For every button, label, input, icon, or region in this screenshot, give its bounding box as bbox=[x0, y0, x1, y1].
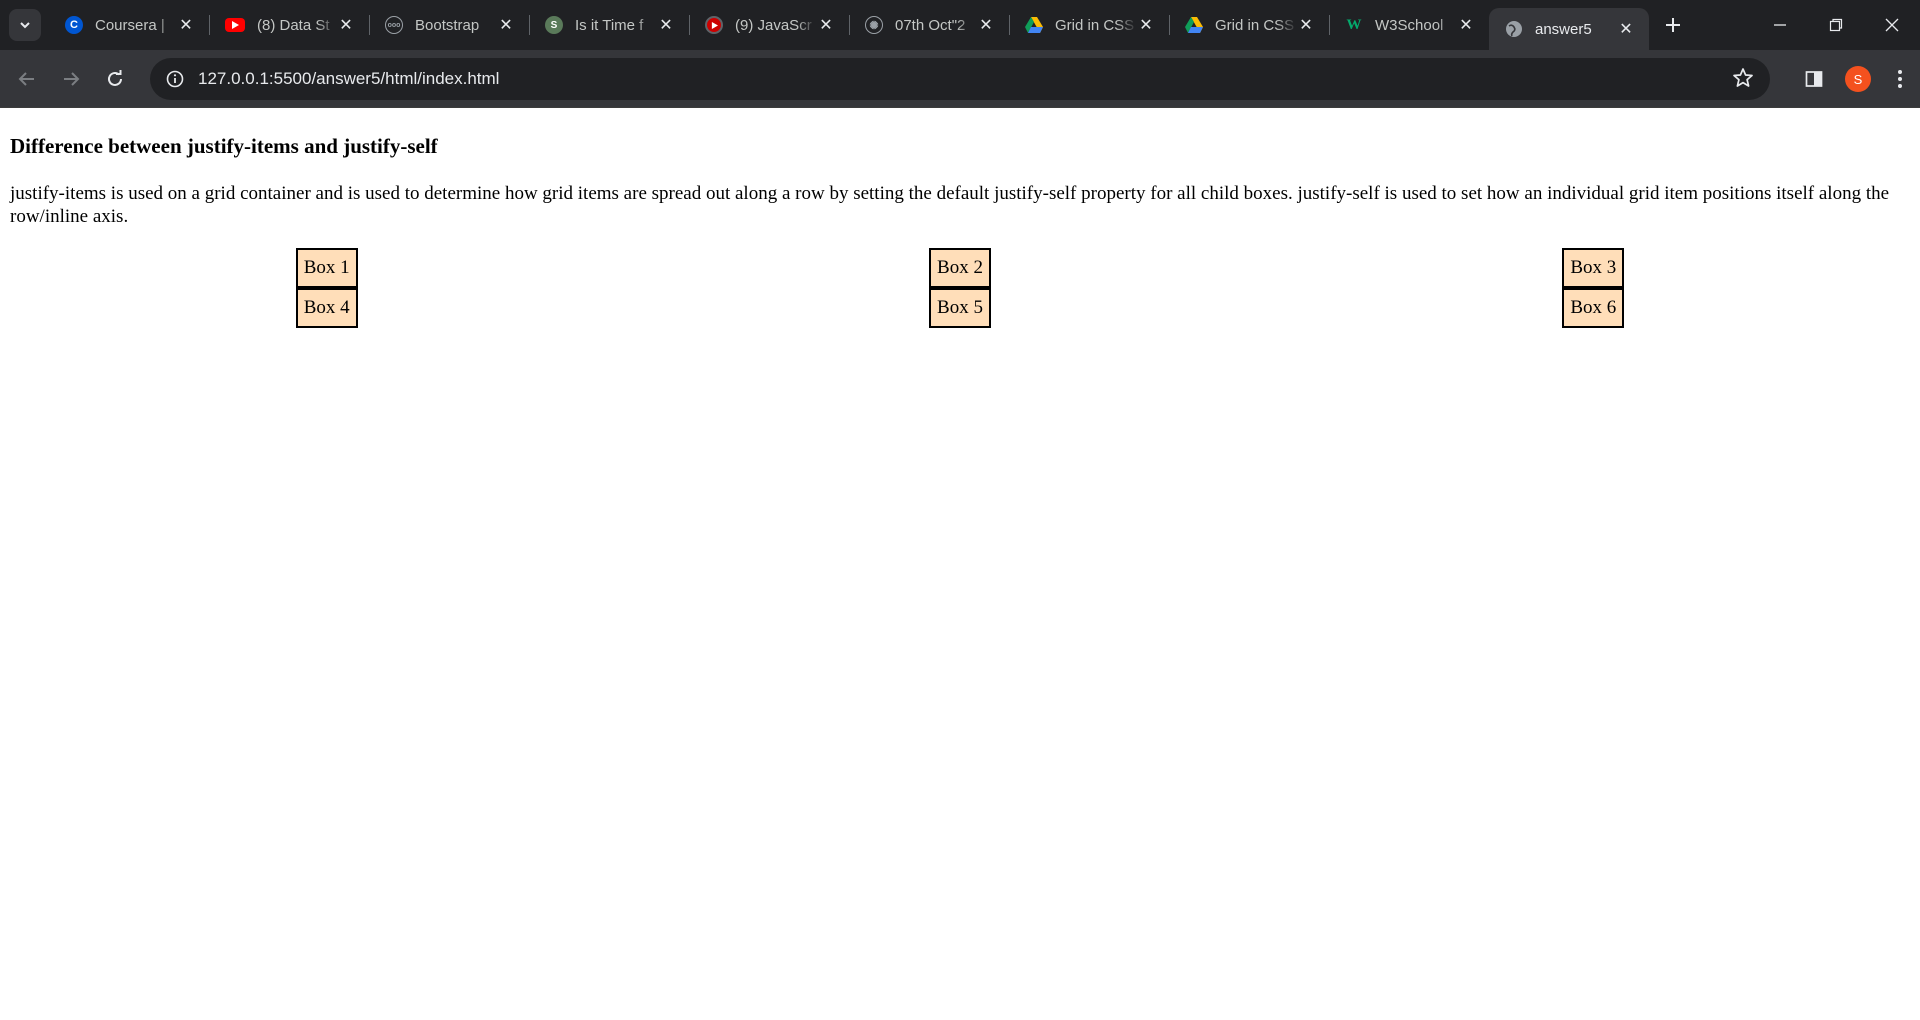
tab-coursera[interactable]: C Coursera | ✕ bbox=[49, 0, 209, 50]
grid-container: Box 1 Box 2 Box 3 Box 4 Box 5 Box 6 bbox=[10, 248, 1910, 328]
url-text[interactable]: 127.0.0.1:5500/answer5/html/index.html bbox=[198, 69, 499, 89]
star-icon bbox=[1733, 68, 1753, 87]
grid-box-5: Box 5 bbox=[929, 288, 991, 328]
grid-box-1: Box 1 bbox=[295, 248, 358, 288]
reload-button[interactable] bbox=[97, 61, 133, 97]
close-icon[interactable]: ✕ bbox=[337, 16, 355, 34]
arrow-left-icon bbox=[18, 71, 34, 86]
page-heading: Difference between justify-items and jus… bbox=[10, 134, 438, 158]
info-icon bbox=[166, 70, 184, 88]
tab-w3schools[interactable]: W W3School ✕ bbox=[1329, 0, 1489, 50]
youtube-icon bbox=[705, 16, 723, 34]
tab-title: Coursera | bbox=[95, 16, 165, 34]
close-icon[interactable]: ✕ bbox=[1137, 16, 1155, 34]
side-panel-icon bbox=[1805, 71, 1823, 87]
globe-icon: S bbox=[545, 16, 563, 34]
kebab-menu-icon bbox=[1898, 70, 1902, 88]
tab-title: answer5 bbox=[1535, 20, 1592, 38]
bookmark-button[interactable] bbox=[1732, 67, 1754, 93]
grid-box-2: Box 2 bbox=[929, 248, 991, 288]
tab-youtube-data[interactable]: (8) Data St ✕ bbox=[209, 0, 369, 50]
window-controls bbox=[1752, 0, 1920, 50]
reload-icon bbox=[108, 69, 122, 86]
close-icon[interactable]: ✕ bbox=[657, 16, 675, 34]
tab-grid-css-2[interactable]: Grid in CSS ✕ bbox=[1169, 0, 1329, 50]
coursera-icon: C bbox=[65, 16, 83, 34]
globe-icon bbox=[1505, 20, 1523, 38]
menu-button[interactable] bbox=[1880, 50, 1920, 108]
side-panel-button[interactable] bbox=[1792, 50, 1836, 108]
grid-box-3: Box 3 bbox=[1562, 248, 1625, 288]
profile-button[interactable]: S bbox=[1836, 50, 1880, 108]
tab-title: 07th Oct"2 bbox=[895, 16, 966, 34]
youtube-icon bbox=[225, 18, 245, 32]
openai-icon: ✺ bbox=[865, 16, 883, 34]
tab-answer5[interactable]: answer5 ✕ bbox=[1489, 8, 1649, 50]
minimize-icon bbox=[1774, 24, 1786, 26]
tab-title: W3School bbox=[1375, 16, 1444, 34]
tab-bootstrap[interactable]: ooo Bootstrap ✕ bbox=[369, 0, 529, 50]
minimize-button[interactable] bbox=[1752, 0, 1808, 50]
close-icon[interactable]: ✕ bbox=[977, 16, 995, 34]
close-icon[interactable]: ✕ bbox=[497, 16, 515, 34]
close-icon[interactable]: ✕ bbox=[1297, 16, 1315, 34]
restore-button[interactable] bbox=[1808, 0, 1864, 50]
close-icon[interactable]: ✕ bbox=[177, 16, 195, 34]
tab-title: Grid in CSS bbox=[1215, 16, 1295, 34]
grid-box-6: Box 6 bbox=[1562, 288, 1625, 328]
close-icon[interactable]: ✕ bbox=[1617, 20, 1635, 38]
tab-is-it-time[interactable]: S Is it Time f ✕ bbox=[529, 0, 689, 50]
tab-search-button[interactable] bbox=[9, 9, 41, 41]
close-icon bbox=[1885, 18, 1899, 32]
tab-list: C Coursera | ✕ (8) Data St ✕ ooo Bootstr… bbox=[49, 0, 1649, 50]
tab-youtube-javascript[interactable]: (9) JavaScr ✕ bbox=[689, 0, 849, 50]
browser-toolbar: 127.0.0.1:5500/answer5/html/index.html S bbox=[0, 50, 1920, 108]
page-content: Difference between justify-items and jus… bbox=[0, 108, 1920, 1020]
tab-title: Is it Time f bbox=[575, 16, 644, 34]
close-window-button[interactable] bbox=[1864, 0, 1920, 50]
address-bar[interactable]: 127.0.0.1:5500/answer5/html/index.html bbox=[150, 58, 1770, 100]
toolbar-actions: S bbox=[1792, 50, 1920, 108]
tab-title: Grid in CSS bbox=[1055, 16, 1135, 34]
tab-openai[interactable]: ✺ 07th Oct"2 ✕ bbox=[849, 0, 1009, 50]
close-icon[interactable]: ✕ bbox=[817, 16, 835, 34]
close-icon[interactable]: ✕ bbox=[1457, 16, 1475, 34]
avatar: S bbox=[1845, 66, 1871, 92]
tab-title: (8) Data St bbox=[257, 16, 330, 34]
tab-strip: C Coursera | ✕ (8) Data St ✕ ooo Bootstr… bbox=[0, 0, 1920, 50]
back-button[interactable] bbox=[9, 61, 45, 97]
bootstrap-icon: ooo bbox=[385, 16, 403, 34]
description-paragraph: justify-items is used on a grid containe… bbox=[10, 183, 1890, 227]
restore-icon bbox=[1829, 18, 1843, 32]
site-info-button[interactable] bbox=[160, 64, 190, 94]
forward-button[interactable] bbox=[53, 61, 89, 97]
plus-icon bbox=[1666, 18, 1680, 32]
w3schools-icon: W bbox=[1346, 16, 1362, 33]
tab-title: Bootstrap bbox=[415, 16, 480, 34]
tab-title: (9) JavaScr bbox=[735, 16, 812, 34]
tab-grid-css-1[interactable]: Grid in CSS ✕ bbox=[1009, 0, 1169, 50]
chevron-down-icon bbox=[20, 22, 30, 29]
google-drive-icon bbox=[1025, 16, 1043, 34]
google-drive-icon bbox=[1185, 16, 1203, 34]
grid-box-4: Box 4 bbox=[295, 288, 358, 328]
arrow-right-icon bbox=[64, 71, 80, 86]
new-tab-button[interactable] bbox=[1657, 9, 1689, 41]
